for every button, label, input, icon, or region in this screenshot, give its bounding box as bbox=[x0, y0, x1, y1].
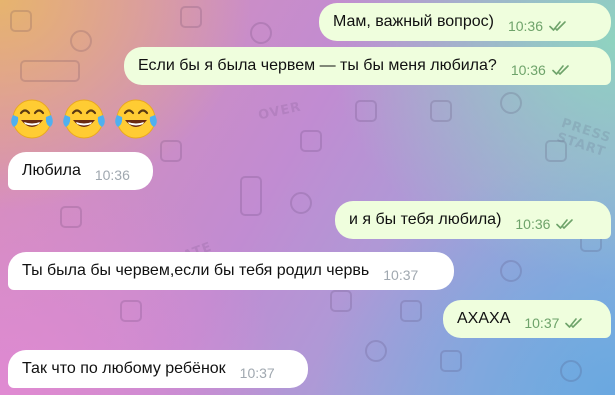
message-time: 10:36 bbox=[515, 216, 551, 232]
over-doodle: OVER bbox=[256, 99, 303, 124]
message-meta: 10:36 bbox=[95, 167, 130, 183]
message-bubble-outgoing[interactable]: и я бы тебя любила) 10:36 bbox=[335, 201, 611, 239]
tamagotchi-doodle-icon bbox=[430, 100, 452, 122]
message-bubble-incoming[interactable]: Ты была бы червем,если бы тебя родил чер… bbox=[8, 252, 454, 290]
double-check-icon bbox=[565, 318, 583, 328]
message-text: Ты была бы червем,если бы тебя родил чер… bbox=[22, 262, 370, 279]
face-with-tears-of-joy-icon bbox=[11, 99, 53, 139]
console-doodle-icon bbox=[20, 60, 80, 82]
message-text: Любила bbox=[22, 162, 81, 179]
double-check-icon bbox=[552, 65, 569, 75]
message-time: 10:37 bbox=[239, 365, 275, 381]
message-text: Так что по любому ребёнок bbox=[22, 360, 226, 377]
message-meta: 10:36 bbox=[508, 18, 567, 34]
message-text: и я бы тебя любила) bbox=[349, 211, 502, 228]
blocks-doodle-icon bbox=[440, 350, 462, 372]
ball-doodle-icon bbox=[365, 340, 387, 362]
ball-doodle-icon-2 bbox=[560, 360, 582, 382]
disk-doodle-icon bbox=[160, 140, 182, 162]
message-meta: 10:37 bbox=[240, 365, 275, 381]
double-check-icon bbox=[549, 21, 566, 31]
cap-doodle-icon-2 bbox=[300, 130, 322, 152]
emoji-message[interactable] bbox=[10, 97, 158, 141]
message-bubble-incoming[interactable]: Любила 10:36 bbox=[8, 152, 153, 190]
joystick-doodle-icon bbox=[70, 30, 92, 52]
message-bubble-outgoing[interactable]: АХАХА 10:37 bbox=[443, 300, 611, 338]
chess-doodle-icon bbox=[60, 206, 82, 228]
message-text: Мам, важный вопрос) bbox=[333, 13, 494, 30]
message-bubble-outgoing[interactable]: Мам, важный вопрос) 10:36 bbox=[319, 3, 611, 41]
message-text: Если бы я была червем — ты бы меня любил… bbox=[138, 57, 497, 74]
message-meta: 10:37 bbox=[383, 267, 418, 283]
cap-doodle-icon bbox=[500, 92, 522, 114]
message-time: 10:36 bbox=[94, 167, 130, 183]
message-meta: 10:36 bbox=[511, 62, 570, 78]
arcade-doodle-icon bbox=[240, 176, 262, 216]
message-text: АХАХА bbox=[457, 310, 511, 327]
tv-doodle-icon bbox=[180, 6, 202, 28]
joystick-doodle-icon-2 bbox=[400, 300, 422, 322]
message-time: 10:36 bbox=[510, 62, 546, 78]
gamepad-doodle-icon bbox=[10, 10, 32, 32]
gamepad-doodle-icon-2 bbox=[290, 192, 312, 214]
pickaxe-doodle-icon bbox=[355, 100, 377, 122]
ring-doodle-icon bbox=[500, 260, 522, 282]
message-time: 10:37 bbox=[383, 267, 419, 283]
coin-doodle-icon bbox=[250, 22, 272, 44]
face-with-tears-of-joy-icon bbox=[63, 99, 105, 139]
arcade-doodle-icon-2 bbox=[330, 290, 352, 312]
message-meta: 10:36 bbox=[515, 216, 574, 232]
message-meta: 10:37 bbox=[524, 315, 583, 331]
message-bubble-outgoing[interactable]: Если бы я была червем — ты бы меня любил… bbox=[124, 47, 611, 85]
console-doodle-icon-2 bbox=[120, 300, 142, 322]
double-check-icon bbox=[556, 219, 574, 229]
face-with-tears-of-joy-icon bbox=[115, 99, 157, 139]
message-time: 10:36 bbox=[507, 18, 543, 34]
message-bubble-incoming[interactable]: Так что по любому ребёнок 10:37 bbox=[8, 350, 308, 388]
message-time: 10:37 bbox=[524, 315, 560, 331]
